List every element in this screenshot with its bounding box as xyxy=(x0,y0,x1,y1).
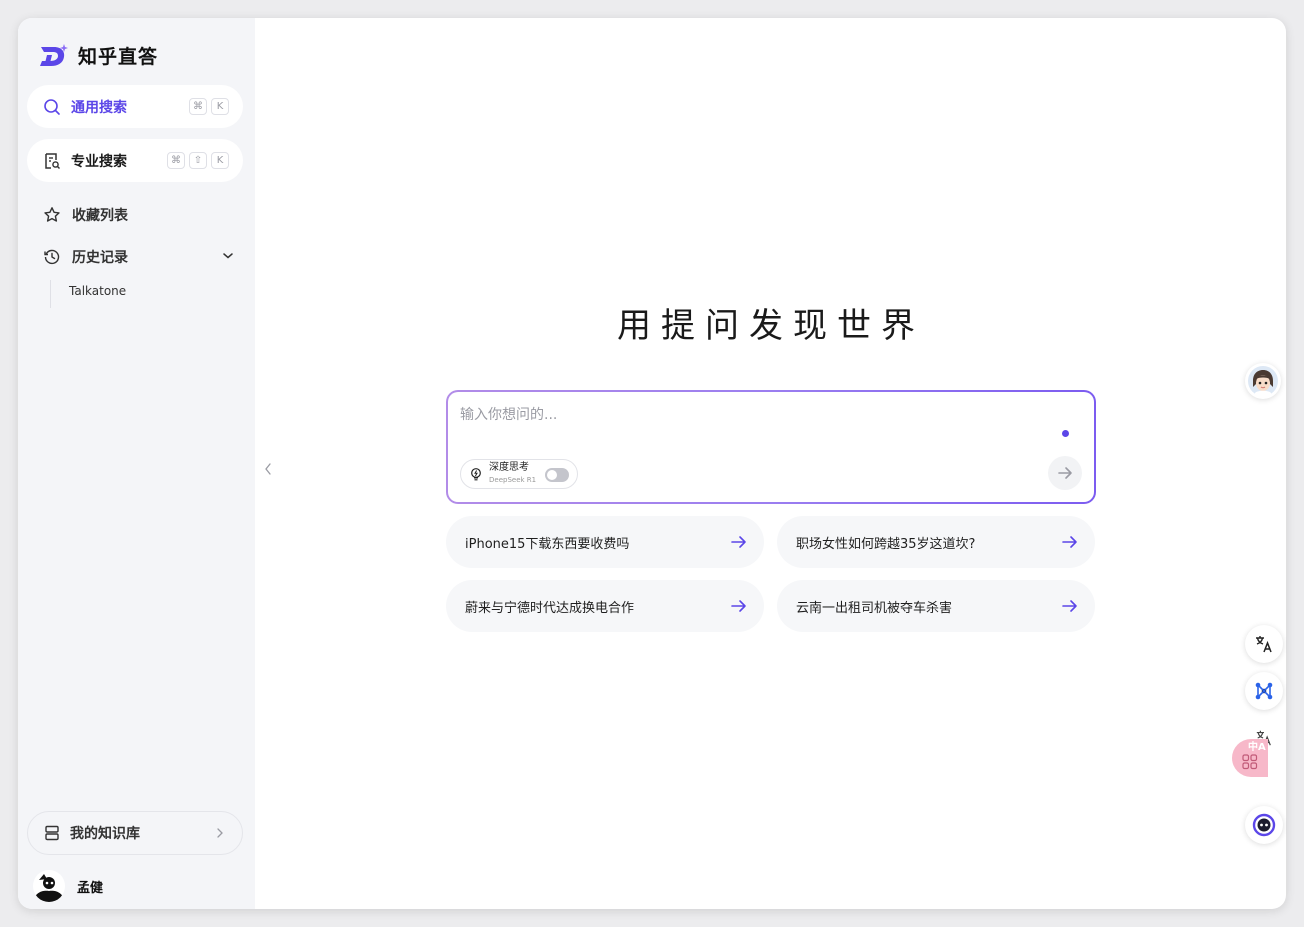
deep-think-switch[interactable] xyxy=(545,468,569,482)
grid-apps-icon xyxy=(1242,754,1258,770)
k-key: K xyxy=(211,152,229,169)
general-search-button[interactable]: 通用搜索 ⌘ K xyxy=(27,85,243,128)
knowledge-base-button[interactable]: 我的知识库 xyxy=(27,811,243,855)
sidebar-item-favorites[interactable]: 收藏列表 xyxy=(43,203,239,227)
arrow-right-icon xyxy=(731,536,746,548)
pro-search-button[interactable]: 专业搜索 ⌘ ⇧ K xyxy=(27,139,243,182)
avatar xyxy=(33,870,65,902)
status-dot xyxy=(1062,430,1069,437)
k-key: K xyxy=(211,98,229,115)
arrow-right-icon xyxy=(1062,536,1077,548)
suggestion-item[interactable]: iPhone15下载东西要收费吗 xyxy=(446,516,764,568)
app-window: 知乎直答 通用搜索 ⌘ K 专业搜索 ⌘ ⇧ K 收藏列表 历史记录 Talka… xyxy=(18,18,1286,909)
arrow-right-icon xyxy=(731,600,746,612)
pro-search-label: 专业搜索 xyxy=(71,153,127,170)
suggestion-item[interactable]: 职场女性如何跨越35岁这道坎? xyxy=(777,516,1095,568)
cmd-key: ⌘ xyxy=(167,152,185,169)
star-icon xyxy=(44,207,60,222)
history-item-talkatone[interactable]: Talkatone xyxy=(69,284,126,298)
translate-icon xyxy=(1256,636,1272,653)
brand[interactable]: 知乎直答 xyxy=(38,42,158,69)
page-title: 用提问发现世界 xyxy=(617,306,925,346)
network-icon xyxy=(1255,682,1273,700)
sidebar-item-history[interactable]: 历史记录 xyxy=(43,245,239,269)
suggestion-text: 职场女性如何跨越35岁这道坎? xyxy=(796,536,976,552)
mindmap-button[interactable] xyxy=(1245,672,1283,710)
assistant-avatar-button[interactable] xyxy=(1245,363,1281,399)
general-search-shortcut: ⌘ K xyxy=(189,98,229,115)
arrow-right-icon xyxy=(1062,600,1077,612)
ask-box: 深度思考 DeepSeek R1 xyxy=(446,390,1096,504)
favorites-label: 收藏列表 xyxy=(72,208,128,224)
deep-think-label: 深度思考 xyxy=(489,462,529,473)
collapse-sidebar-icon[interactable] xyxy=(261,461,275,477)
cmd-key: ⌘ xyxy=(189,98,207,115)
bot-face-icon xyxy=(1252,813,1276,837)
pro-search-shortcut: ⌘ ⇧ K xyxy=(167,152,229,169)
zhida-logo-icon xyxy=(40,43,68,66)
suggestion-item[interactable]: 蔚来与宁德时代达成换电合作 xyxy=(446,580,764,632)
document-search-icon xyxy=(45,152,60,169)
search-icon xyxy=(44,98,60,115)
brand-title: 知乎直答 xyxy=(78,46,159,68)
suggestion-text: iPhone15下载东西要收费吗 xyxy=(465,536,630,552)
ask-box-inner: 深度思考 DeepSeek R1 xyxy=(448,392,1094,502)
history-label: 历史记录 xyxy=(72,250,128,266)
history-list: Talkatone xyxy=(50,280,126,308)
pink-translate-badge[interactable]: 中A xyxy=(1232,739,1268,777)
chevron-right-icon xyxy=(217,828,223,838)
send-button[interactable] xyxy=(1048,456,1082,490)
chat-bot-button[interactable] xyxy=(1245,806,1283,844)
deep-think-model: DeepSeek R1 xyxy=(489,476,537,484)
lightbulb-icon xyxy=(471,468,481,481)
user-profile[interactable]: 孟健 xyxy=(33,870,103,902)
knowledge-base-label: 我的知识库 xyxy=(70,826,140,842)
sidebar: 知乎直答 通用搜索 ⌘ K 专业搜索 ⌘ ⇧ K 收藏列表 历史记录 Talka… xyxy=(18,18,255,909)
assistant-avatar-icon xyxy=(1248,366,1278,396)
chevron-down-icon[interactable] xyxy=(221,249,235,263)
user-name: 孟健 xyxy=(77,880,104,896)
deep-think-text: 深度思考 DeepSeek R1 xyxy=(489,463,536,485)
suggestion-text: 蔚来与宁德时代达成换电合作 xyxy=(465,600,635,616)
suggestion-item[interactable]: 云南一出租司机被夺车杀害 xyxy=(777,580,1095,632)
question-input[interactable] xyxy=(460,404,1040,426)
general-search-label: 通用搜索 xyxy=(71,99,127,116)
arrow-right-icon xyxy=(1058,467,1072,479)
history-clock-icon xyxy=(44,249,60,265)
pink-badge-text: 中A xyxy=(1248,742,1266,753)
shift-key: ⇧ xyxy=(189,152,207,169)
knowledge-base-icon xyxy=(45,825,59,841)
suggestion-text: 云南一出租司机被夺车杀害 xyxy=(796,600,953,616)
deep-think-toggle[interactable]: 深度思考 DeepSeek R1 xyxy=(460,459,578,489)
translate-button[interactable] xyxy=(1245,625,1283,663)
